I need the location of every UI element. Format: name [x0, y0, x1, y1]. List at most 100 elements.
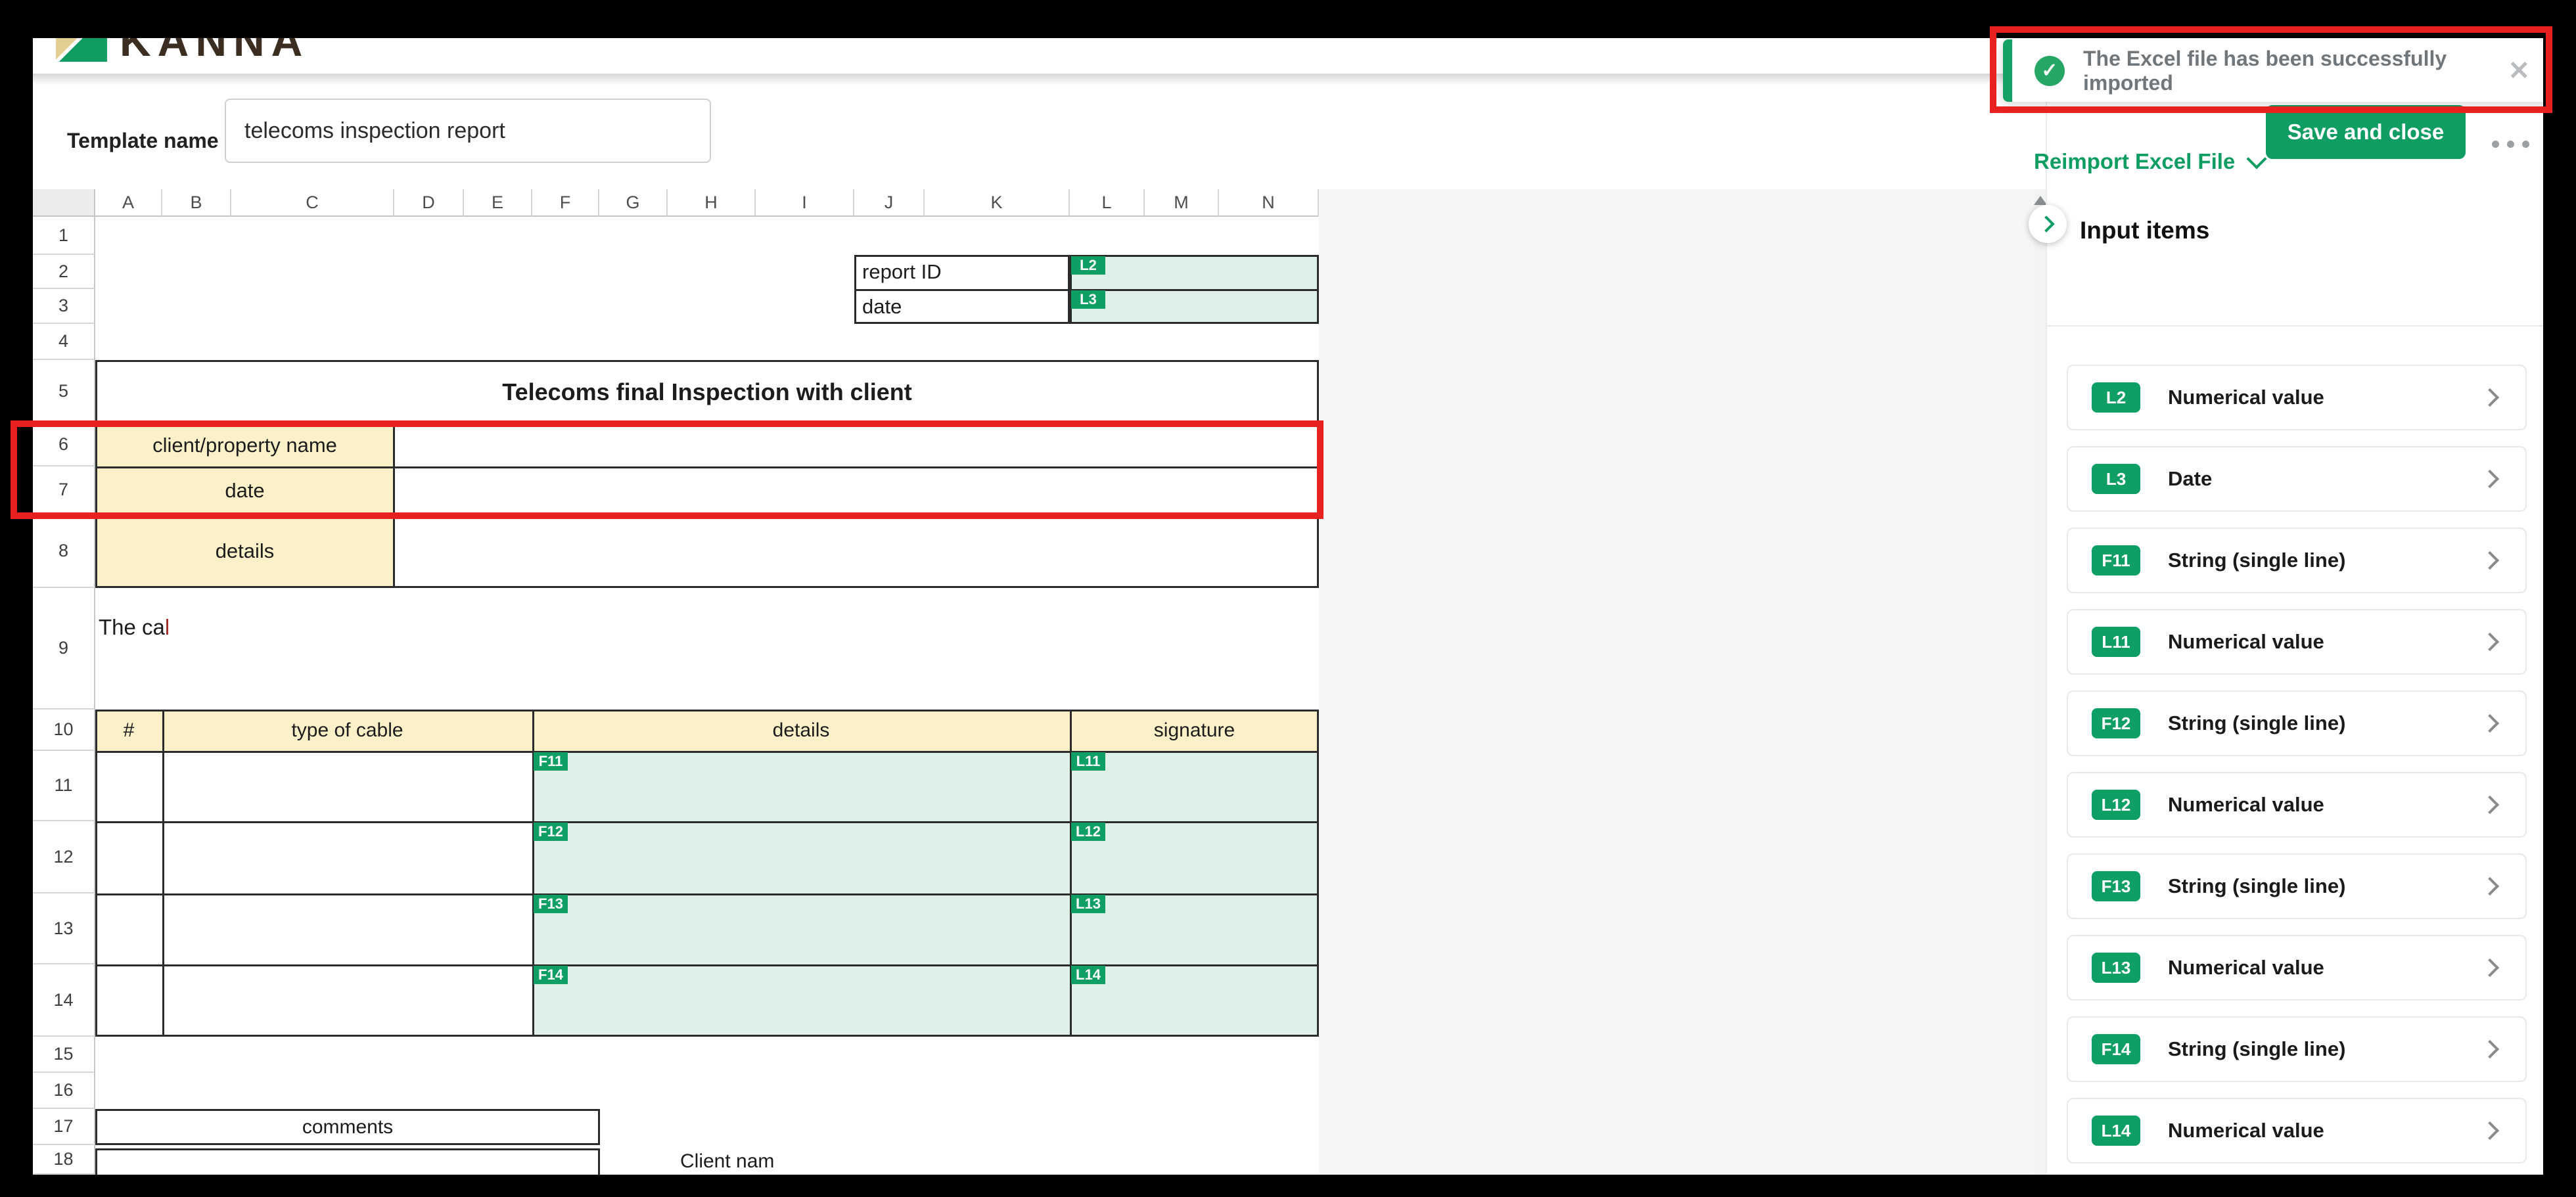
row-header-18[interactable]: 18: [33, 1145, 95, 1175]
chevron-right-icon: [2481, 959, 2499, 977]
input-item-label: String (single line): [2168, 549, 2345, 572]
cell-border: [1070, 289, 1319, 291]
column-header-M[interactable]: M: [1145, 189, 1219, 217]
reimport-excel-label: Reimport Excel File: [2034, 149, 2235, 174]
column-header-A[interactable]: A: [95, 189, 162, 217]
chevron-right-icon: [2481, 796, 2499, 814]
cell-comments-label[interactable]: comments: [95, 1109, 600, 1145]
row-header-3[interactable]: 3: [33, 289, 95, 324]
cell-border: [95, 893, 1319, 895]
input-item-card-L14[interactable]: L14Numerical value: [2067, 1098, 2527, 1163]
annotation-rect-rows-6-7: [11, 420, 1323, 519]
column-header-L[interactable]: L: [1070, 189, 1145, 217]
row-header-5[interactable]: 5: [33, 360, 95, 424]
row-header-14[interactable]: 14: [33, 964, 95, 1037]
input-item-label: String (single line): [2168, 711, 2345, 735]
cell-tag-badge-F11[interactable]: F11: [534, 752, 568, 771]
column-header-G[interactable]: G: [599, 189, 668, 217]
kanna-logo-icon: [56, 38, 107, 62]
column-header-B[interactable]: B: [162, 189, 231, 217]
chevron-right-icon: [2481, 551, 2499, 570]
input-item-badge-L13: L13: [2092, 953, 2140, 983]
table-header-signature[interactable]: signature: [1070, 710, 1319, 751]
dot-icon: [2492, 141, 2499, 148]
row-header-12[interactable]: 12: [33, 821, 95, 893]
vertical-scrollbar[interactable]: [2034, 189, 2046, 1175]
input-item-card-L2[interactable]: L2Numerical value: [2067, 365, 2527, 430]
cell-client-name-text[interactable]: Client nam: [680, 1150, 774, 1173]
table-header-type-of-cable[interactable]: type of cable: [162, 710, 532, 751]
column-header-I[interactable]: I: [756, 189, 854, 217]
input-item-badge-L12: L12: [2092, 790, 2140, 820]
cell-tag-badge-L2[interactable]: L2: [1071, 256, 1105, 275]
input-item-card-L12[interactable]: L12 Numerical value: [2067, 772, 2527, 838]
input-item-badge-F13: F13: [2092, 871, 2140, 901]
sheet-title-text[interactable]: Telecoms final Inspection with client: [95, 360, 1319, 424]
row-header-1[interactable]: 1: [33, 217, 95, 255]
input-item-label: Numerical value: [2168, 630, 2324, 654]
column-header-K[interactable]: K: [925, 189, 1070, 217]
column-header-N[interactable]: N: [1219, 189, 1319, 217]
row-header-10[interactable]: 10: [33, 710, 95, 751]
row-header-16[interactable]: 16: [33, 1073, 95, 1109]
column-header-J[interactable]: J: [854, 189, 925, 217]
row-header-13[interactable]: 13: [33, 893, 95, 964]
cell-date-label[interactable]: date: [862, 289, 1059, 324]
chevron-right-icon: [2481, 470, 2499, 488]
cell-tag-badge-F14[interactable]: F14: [534, 966, 568, 984]
column-header-F[interactable]: F: [532, 189, 599, 217]
cell-tag-badge-F12[interactable]: F12: [534, 823, 568, 841]
sheet-corner-cell: [33, 189, 95, 217]
row9-text-tail: l: [165, 615, 170, 639]
cable-table-box[interactable]: [95, 710, 1319, 1037]
cell-border: [95, 821, 1319, 823]
dot-icon: [2522, 141, 2529, 148]
table-header-details[interactable]: details: [532, 710, 1070, 751]
more-options-button[interactable]: [2492, 141, 2529, 148]
column-header-D[interactable]: D: [394, 189, 464, 217]
cell-tag-badge-L14[interactable]: L14: [1071, 966, 1105, 984]
column-header-E[interactable]: E: [464, 189, 532, 217]
column-header-H[interactable]: H: [668, 189, 756, 217]
cell-border: [162, 710, 164, 1037]
reimport-excel-button[interactable]: Reimport Excel File: [2034, 142, 2264, 181]
cell-tag-badge-L13[interactable]: L13: [1071, 895, 1105, 913]
app-window: KANNA Template name Reimport Excel File …: [33, 38, 2543, 1175]
input-item-label: Date: [2168, 467, 2212, 491]
column-header-C[interactable]: C: [231, 189, 394, 217]
input-item-card-F14[interactable]: F14String (single line): [2067, 1016, 2527, 1082]
panel-collapse-button[interactable]: [2029, 205, 2067, 243]
row-header-9[interactable]: 9: [33, 588, 95, 710]
table-header--[interactable]: #: [95, 710, 162, 751]
cell-tag-badge-L3[interactable]: L3: [1071, 290, 1105, 309]
cell-tag-badge-F13[interactable]: F13: [534, 895, 568, 913]
row-header-15[interactable]: 15: [33, 1037, 95, 1073]
row-header-11[interactable]: 11: [33, 751, 95, 821]
dot-icon: [2507, 141, 2514, 148]
chevron-right-icon: [2481, 1121, 2499, 1140]
row-header-2[interactable]: 2: [33, 255, 95, 289]
cell-row9-text[interactable]: The cal: [99, 615, 170, 640]
cell-details-label[interactable]: details: [95, 514, 394, 588]
input-item-badge-L2: L2: [2092, 382, 2140, 413]
cell-report-id-label[interactable]: report ID: [862, 255, 1059, 289]
input-items-title: Input items: [2080, 217, 2209, 244]
input-item-label: Numerical value: [2168, 793, 2324, 817]
input-item-card-L11[interactable]: L11Numerical value: [2067, 609, 2527, 675]
input-item-card-F12[interactable]: F12String (single line): [2067, 690, 2527, 756]
row-header-17[interactable]: 17: [33, 1109, 95, 1145]
cell-tag-badge-L11[interactable]: L11: [1071, 752, 1105, 771]
input-item-card-L3[interactable]: L3Date: [2067, 446, 2527, 512]
row-header-4[interactable]: 4: [33, 324, 95, 360]
chevron-right-icon: [2481, 877, 2499, 895]
cell-border: [95, 964, 1319, 966]
template-name-input[interactable]: [225, 99, 711, 163]
row-header-8[interactable]: 8: [33, 514, 95, 588]
row9-text-main: The ca: [99, 615, 165, 639]
comments-body-box[interactable]: [95, 1148, 600, 1175]
input-item-card-F13[interactable]: F13String (single line): [2067, 853, 2527, 919]
input-item-card-L13[interactable]: L13Numerical value: [2067, 935, 2527, 1001]
save-and-close-button[interactable]: Save and close: [2266, 105, 2466, 159]
cell-tag-badge-L12[interactable]: L12: [1071, 823, 1105, 841]
input-item-card-F11[interactable]: F11String (single line): [2067, 528, 2527, 593]
